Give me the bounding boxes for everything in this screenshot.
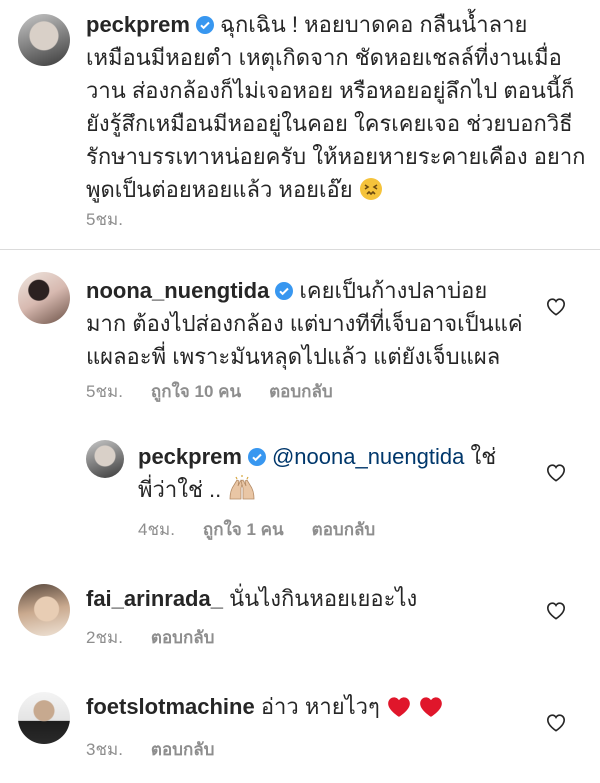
likes-count-link[interactable]: ถูกใจ 10 คน <box>151 378 241 405</box>
comment-text-line: พูดเป็นต่อยหอยแล้ว หอยเอ๊ย <box>86 177 353 202</box>
comment-text: อ่าว หายไวๆ <box>260 694 380 719</box>
red-heart-icon <box>420 697 442 717</box>
likes-count-link[interactable]: ถูกใจ 1 คน <box>203 516 284 543</box>
raising-hands-icon <box>229 475 255 500</box>
verified-badge-icon <box>275 282 294 300</box>
comment-text-line: เคยเป็นก้างปลาบ่อย <box>299 278 488 303</box>
like-heart-icon[interactable] <box>545 600 567 620</box>
mention-link[interactable]: @noona_nuengtida <box>272 444 464 469</box>
avatar[interactable] <box>18 272 70 324</box>
comment-text: ใช่ <box>470 444 497 469</box>
comment-username[interactable]: peckprem <box>138 444 242 469</box>
like-heart-icon[interactable] <box>545 712 567 732</box>
comment-username[interactable]: noona_nuengtida <box>86 278 269 303</box>
comment-text-line: แผลอะพี่ เพราะมันหลุดไปแล้ว แต่ยังเจ็บแผ… <box>86 344 501 369</box>
avatar[interactable] <box>18 14 70 66</box>
comment-text-line: เหมือนมีหอยตำ เหตุเกิดจาก ชัดหอยเชลล์ที่… <box>86 45 562 70</box>
reply-button[interactable]: ตอบกลับ <box>151 624 215 651</box>
comment-time: 3ชม. <box>86 740 123 759</box>
comment-time: 4ชม. <box>138 520 175 539</box>
comment-text-line: ยังรู้สึกเหมือนมีหออยู่ในคอย ใครเคยเจอ ช… <box>86 111 573 136</box>
comment-text: นั่นไงกินหอยเยอะไง <box>229 586 418 611</box>
avatar[interactable] <box>86 440 124 478</box>
red-heart-icon <box>388 697 410 717</box>
comment-username[interactable]: peckprem <box>86 12 190 37</box>
comment-text-line: รักษาบรรเทาหน่อยครับ ให้หอยหายระคายเคือง… <box>86 144 586 169</box>
like-heart-icon[interactable] <box>545 462 567 482</box>
confounded-face-icon <box>359 178 382 200</box>
divider <box>0 249 600 250</box>
comment-text-line: พี่ว่าใช่ .. <box>138 477 222 502</box>
comment-username[interactable]: foetslotmachine <box>86 694 255 719</box>
reply-button[interactable]: ตอบกลับ <box>151 736 215 763</box>
comment-text-line: วาน ส่องกล้องก็ไม่เจอหอย หรือหอยอยู่ลึกไ… <box>86 78 575 103</box>
verified-badge-icon <box>247 448 266 466</box>
verified-badge-icon <box>195 16 214 34</box>
like-heart-icon[interactable] <box>545 296 567 316</box>
comment-text-line: มาก ต้องไปส่องกล้อง แต่บางทีที่เจ็บอาจเป… <box>86 311 523 336</box>
comment-text-line: ฉุกเฉิน ! หอยบาดคอ กลืนน้ำลาย <box>219 12 528 37</box>
reply-button[interactable]: ตอบกลับ <box>312 516 376 543</box>
comment-time: 2ชม. <box>86 628 123 647</box>
reply-button[interactable]: ตอบกลับ <box>269 378 333 405</box>
avatar[interactable] <box>18 584 70 636</box>
comment-username[interactable]: fai_arinrada_ <box>86 586 223 611</box>
comment-time: 5ชม. <box>86 382 123 401</box>
comment-time: 5ชม. <box>86 210 123 229</box>
avatar[interactable] <box>18 692 70 744</box>
